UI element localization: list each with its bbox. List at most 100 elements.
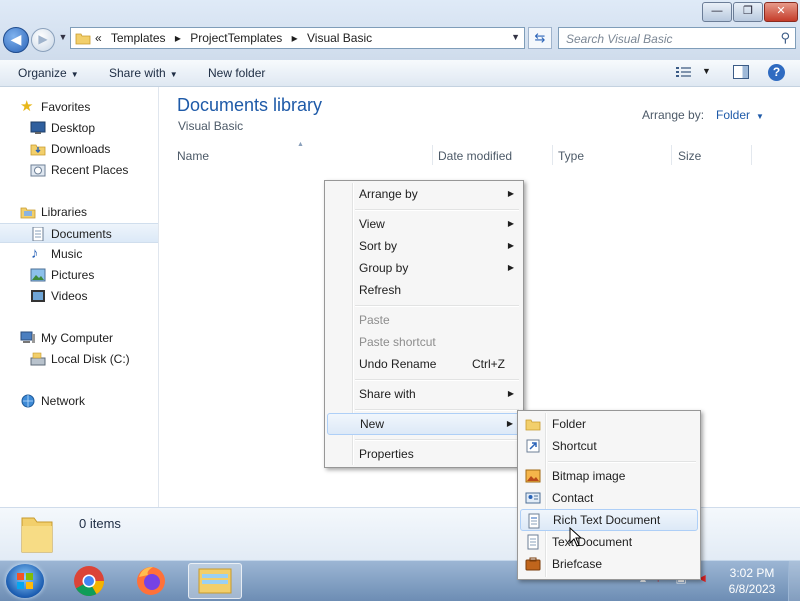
help-icon[interactable]: ? (768, 64, 785, 81)
forward-button[interactable]: ▶ (31, 28, 55, 52)
column-divider[interactable] (552, 145, 553, 165)
address-dropdown[interactable]: ▼ (511, 32, 520, 42)
documents-icon (32, 227, 44, 241)
nav-libraries[interactable]: Libraries (0, 202, 158, 222)
menu-item-new[interactable]: New ▶ (327, 413, 521, 435)
menu-label: Bitmap image (552, 469, 626, 483)
breadcrumb-templates[interactable]: Templates (111, 31, 166, 45)
nav-music[interactable]: ♪ Music (0, 244, 158, 264)
nav-pictures[interactable]: Pictures (0, 265, 158, 285)
close-button[interactable]: ✕ (764, 2, 798, 22)
music-icon: ♪ (31, 245, 39, 262)
taskbar-chrome[interactable] (66, 563, 112, 599)
menu-item-refresh[interactable]: Refresh (327, 279, 521, 301)
computer-icon (20, 331, 35, 343)
new-text-document-item[interactable]: Text Document (520, 531, 698, 553)
arrange-by-dropdown[interactable]: Folder ▼ (716, 108, 764, 122)
recent-pages-dropdown[interactable]: ▼ (57, 32, 69, 46)
refresh-button[interactable]: ⇆ (528, 27, 552, 49)
breadcrumb-separator[interactable]: ▸ (175, 31, 181, 45)
nav-favorites-label: Favorites (41, 100, 91, 114)
nav-favorites[interactable]: ★ Favorites (0, 97, 158, 117)
star-icon: ★ (20, 98, 34, 115)
nav-videos[interactable]: Videos (0, 286, 158, 306)
menu-item-arrange-by[interactable]: Arrange by ▶ (327, 183, 521, 205)
menu-item-sort-by[interactable]: Sort by ▶ (327, 235, 521, 257)
column-header-size[interactable]: Size (678, 149, 701, 163)
column-divider[interactable] (671, 145, 672, 165)
refresh-icon: ⇆ (534, 30, 546, 45)
nav-downloads[interactable]: Downloads (0, 139, 158, 159)
new-folder-button[interactable]: New folder (208, 66, 265, 80)
chevron-right-icon: ▶ (506, 419, 513, 428)
menu-item-share-with[interactable]: Share with ▶ (327, 383, 521, 405)
breadcrumb-separator[interactable]: ▸ (292, 31, 298, 45)
search-placeholder: Search Visual Basic (566, 32, 673, 46)
minimize-button[interactable]: — (702, 2, 732, 22)
column-divider[interactable] (432, 145, 433, 165)
nav-documents[interactable]: Documents (0, 223, 158, 243)
nav-desktop-label: Desktop (51, 121, 96, 135)
menu-label: Properties (359, 447, 414, 461)
share-with-button[interactable]: Share with ▼ (109, 66, 178, 80)
address-bar[interactable]: « Templates ▸ ProjectTemplates ▸ Visual … (70, 27, 525, 49)
nav-desktop[interactable]: Desktop (0, 118, 158, 138)
menu-label: Contact (552, 491, 594, 505)
nav-documents-label: Documents (51, 227, 112, 241)
menu-item-undo-rename[interactable]: Undo Rename Ctrl+Z (327, 353, 521, 375)
explorer-folder-icon (198, 568, 232, 594)
menu-item-group-by[interactable]: Group by ▶ (327, 257, 521, 279)
nav-videos-label: Videos (51, 289, 88, 303)
organize-label: Organize (18, 66, 67, 80)
taskbar-explorer[interactable] (188, 563, 242, 599)
new-shortcut-item[interactable]: Shortcut (520, 435, 698, 457)
breadcrumb-visual-basic[interactable]: Visual Basic (307, 31, 372, 45)
clock[interactable]: 3:02 PM 6/8/2023 (722, 565, 782, 597)
arrow-left-icon: ◀ (10, 31, 22, 47)
menu-label: Undo Rename (359, 357, 437, 371)
menu-item-paste-shortcut[interactable]: Paste shortcut (327, 331, 521, 353)
column-header-name[interactable]: Name (177, 149, 209, 163)
column-header-type[interactable]: Type (558, 149, 584, 163)
arrange-by-label: Arrange by: (642, 108, 705, 122)
taskbar-firefox[interactable] (128, 563, 174, 599)
nav-recent-places[interactable]: Recent Places (0, 160, 158, 180)
show-desktop-button[interactable] (788, 561, 800, 601)
column-header-date-modified[interactable]: Date modified (438, 149, 512, 163)
organize-button[interactable]: Organize ▼ (18, 66, 79, 80)
search-input[interactable]: Search Visual Basic ⚲ (558, 27, 796, 49)
menu-item-properties[interactable]: Properties (327, 443, 521, 465)
nav-local-disk[interactable]: Local Disk (C:) (0, 349, 158, 369)
menu-label: Share with (359, 387, 416, 401)
new-contact-item[interactable]: Contact (520, 487, 698, 509)
maximize-button[interactable]: ❐ (733, 2, 763, 22)
view-options-dropdown[interactable]: ▼ (702, 66, 711, 76)
nav-local-disk-label: Local Disk (C:) (51, 352, 130, 366)
menu-item-paste[interactable]: Paste (327, 309, 521, 331)
menu-label: Text Document (552, 535, 633, 549)
breadcrumb-projecttemplates[interactable]: ProjectTemplates (190, 31, 282, 45)
nav-my-computer[interactable]: My Computer (0, 328, 158, 348)
new-rich-text-document-item[interactable]: Rich Text Document (520, 509, 698, 531)
title-bar: — ❐ ✕ ◀ ▶ ▼ « Templates ▸ ProjectTemplat… (0, 0, 800, 60)
context-menu: Arrange by ▶ View ▶ Sort by ▶ Group by ▶… (324, 180, 524, 468)
navigation-pane: ★ Favorites Desktop Downloads Recent Pla… (0, 87, 159, 507)
text-document-icon (527, 534, 539, 550)
new-folder-item[interactable]: Folder (520, 413, 698, 435)
new-bitmap-image-item[interactable]: Bitmap image (520, 465, 698, 487)
change-view-icon[interactable] (676, 66, 692, 78)
new-briefcase-item[interactable]: Briefcase (520, 553, 698, 575)
menu-item-view[interactable]: View ▶ (327, 213, 521, 235)
preview-pane-icon[interactable] (733, 65, 749, 79)
breadcrumb-overflow[interactable]: « (95, 31, 102, 45)
start-button[interactable] (6, 564, 44, 598)
network-icon (21, 394, 35, 408)
search-icon[interactable]: ⚲ (780, 30, 790, 46)
column-divider[interactable] (751, 145, 752, 165)
nav-network[interactable]: Network (0, 391, 158, 411)
new-submenu: Folder Shortcut Bitmap image Contact Ric… (517, 410, 701, 580)
chrome-icon (74, 566, 104, 597)
folder-icon (75, 33, 91, 45)
menu-label: Paste (359, 313, 390, 327)
back-button[interactable]: ◀ (3, 27, 29, 53)
